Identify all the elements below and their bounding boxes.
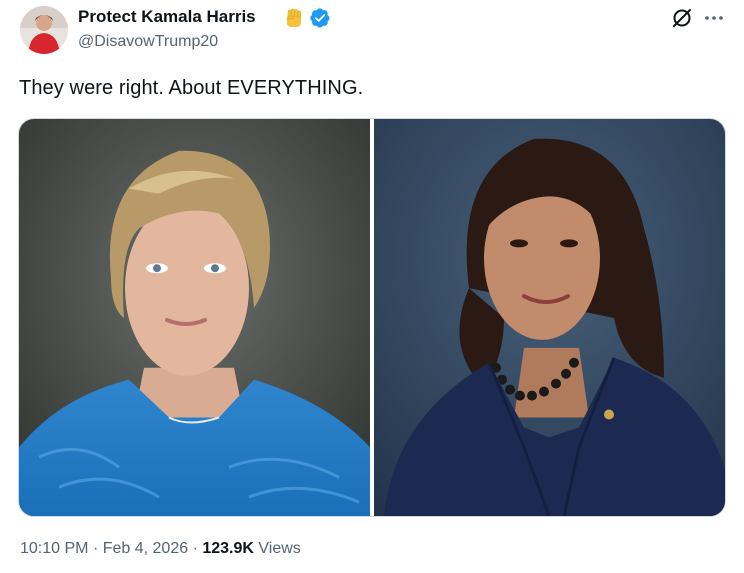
tweet-media — [18, 118, 726, 517]
tweet-text: They were right. About EVERYTHING. — [19, 77, 364, 99]
tweet-meta: 10:10 PM · Feb 4, 2026 · 123.9K Views — [20, 540, 301, 558]
avatar[interactable] — [20, 6, 68, 54]
author-name[interactable]: Protect Kamala Harris — [78, 7, 256, 27]
raised-fist-icon — [283, 7, 305, 29]
tweet-time[interactable]: 10:10 PM — [20, 540, 88, 557]
meta-separator: · — [92, 540, 99, 557]
photo-left[interactable] — [19, 119, 370, 516]
more-options-icon[interactable] — [702, 6, 726, 30]
views-label: Views — [258, 540, 301, 557]
tweet-date[interactable]: Feb 4, 2026 — [103, 540, 188, 557]
author-handle[interactable]: @DisavowTrump20 — [78, 33, 218, 51]
views-count[interactable]: 123.9K — [202, 540, 254, 557]
photo-right[interactable] — [374, 119, 725, 516]
grok-icon[interactable] — [670, 6, 694, 30]
verified-badge-icon[interactable] — [310, 8, 330, 28]
meta-separator: · — [192, 540, 198, 557]
